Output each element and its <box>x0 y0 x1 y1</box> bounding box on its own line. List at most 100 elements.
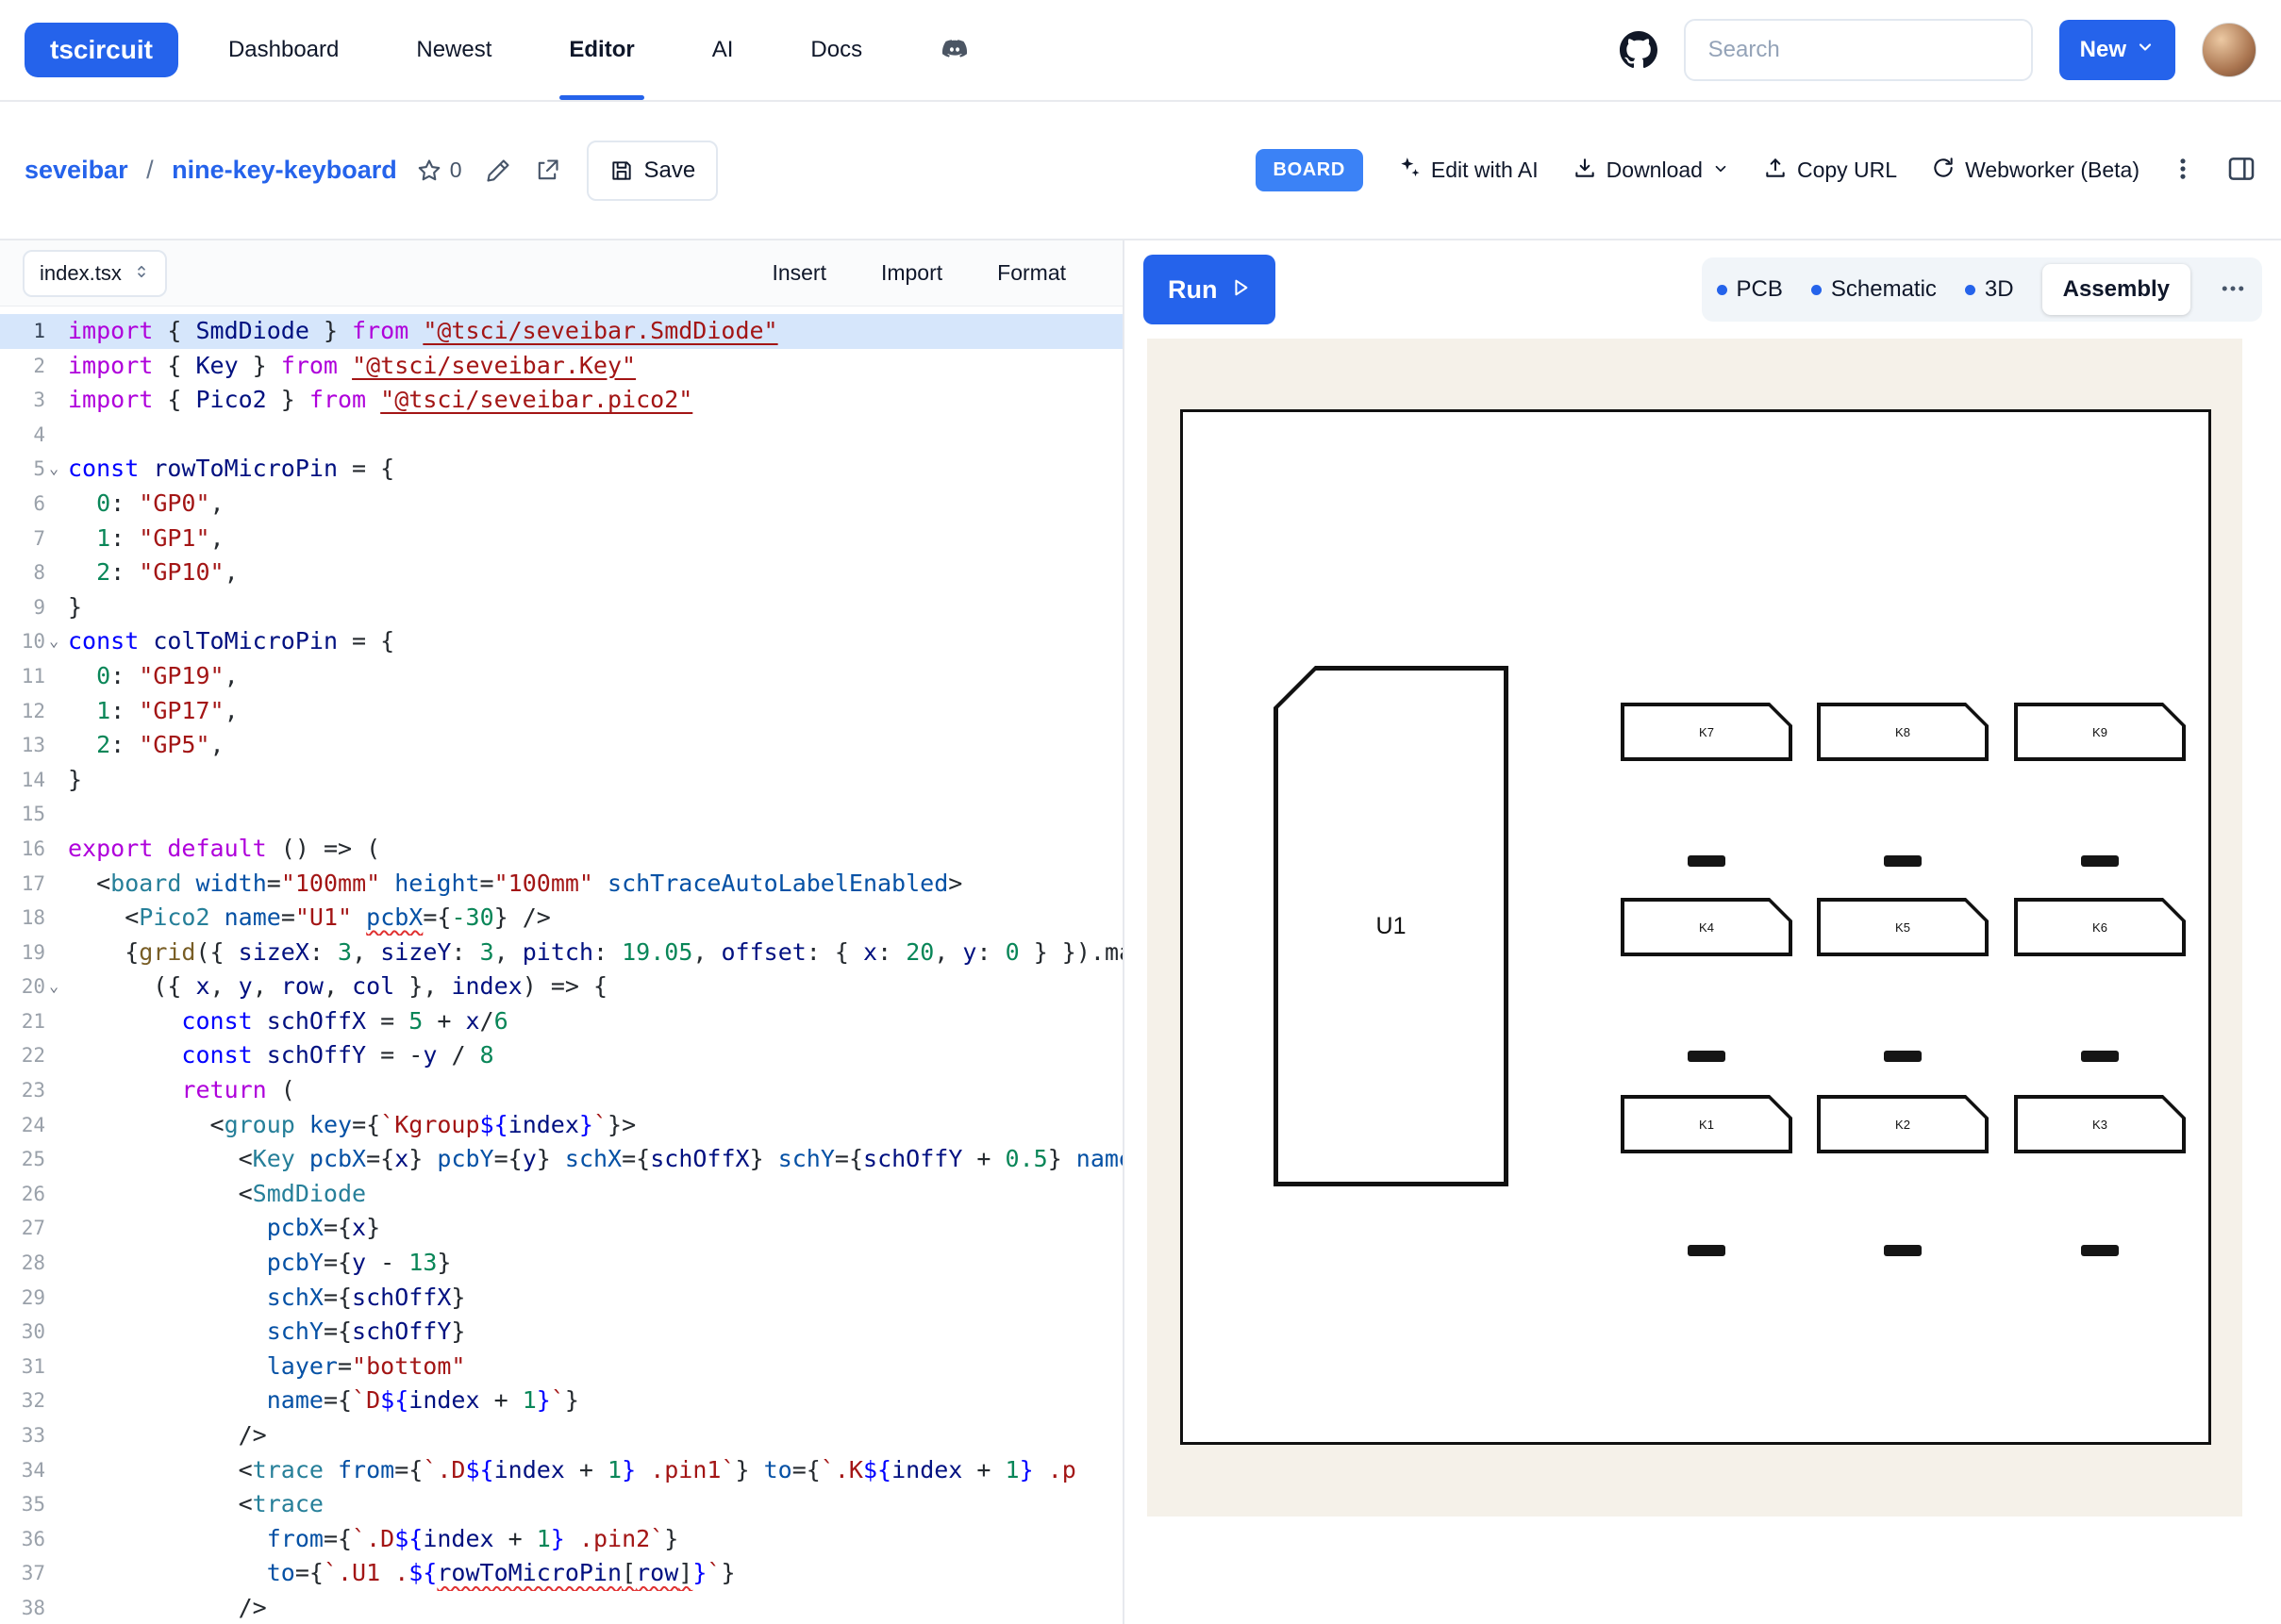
code-line-35[interactable]: 35 <trace <box>0 1487 1123 1522</box>
file-tab[interactable]: index.tsx <box>23 250 167 297</box>
code-line-2[interactable]: 2import { Key } from "@tsci/seveibar.Key… <box>0 349 1123 384</box>
assembly-key-k9[interactable]: K9 <box>2014 703 2186 761</box>
code-line-26[interactable]: 26 <SmdDiode <box>0 1177 1123 1212</box>
code-line-15[interactable]: 15 <box>0 797 1123 832</box>
assembly-diode[interactable] <box>2081 855 2119 867</box>
code-line-7[interactable]: 7 1: "GP1", <box>0 522 1123 556</box>
chip-u1[interactable]: U1 <box>1274 666 1508 1186</box>
tscircuit-logo[interactable]: tscircuit <box>25 23 178 77</box>
toggle-panel-button[interactable] <box>2226 154 2256 187</box>
code-line-18[interactable]: 18 <Pico2 name="U1" pcbX={-30} /> <box>0 901 1123 936</box>
code-line-16[interactable]: 16export default () => ( <box>0 832 1123 867</box>
code-line-10[interactable]: 10⌄const colToMicroPin = { <box>0 624 1123 659</box>
assembly-diode[interactable] <box>1884 1051 1922 1062</box>
assembly-diode[interactable] <box>1688 1245 1725 1256</box>
menu-format[interactable]: Format <box>997 260 1066 286</box>
nav-item-dashboard[interactable]: Dashboard <box>228 0 339 100</box>
assembly-diode[interactable] <box>1884 1245 1922 1256</box>
code-line-37[interactable]: 37 to={`.U1 .${rowToMicroPin[row]}`} <box>0 1556 1123 1591</box>
nav-item-newest[interactable]: Newest <box>416 0 491 100</box>
search-input[interactable] <box>1684 19 2033 81</box>
assembly-diode[interactable] <box>2081 1245 2119 1256</box>
assembly-key-k4[interactable]: K4 <box>1621 898 1792 956</box>
code-line-14[interactable]: 14} <box>0 763 1123 798</box>
tab-assembly[interactable]: Assembly <box>2042 264 2190 315</box>
assembly-key-k5[interactable]: K5 <box>1817 898 1989 956</box>
download-button[interactable]: Download <box>1573 156 1729 186</box>
webworker-button[interactable]: Webworker (Beta) <box>1931 156 2139 186</box>
nav-item-editor[interactable]: Editor <box>569 0 634 100</box>
share-icon[interactable] <box>534 157 560 184</box>
nav-item-docs[interactable]: Docs <box>810 0 862 100</box>
breadcrumb-user[interactable]: seveibar <box>25 156 128 184</box>
code-line-12[interactable]: 12 1: "GP17", <box>0 694 1123 729</box>
nav-item-ai[interactable]: AI <box>712 0 734 100</box>
assembly-key-k7[interactable]: K7 <box>1621 703 1792 761</box>
edit-with-ai-button[interactable]: Edit with AI <box>1397 156 1539 186</box>
preview-pane: Run PCB Schematic <box>1124 240 2281 1624</box>
code-line-36[interactable]: 36 from={`.D${index + 1} .pin2`} <box>0 1522 1123 1557</box>
assembly-diode[interactable] <box>2081 1051 2119 1062</box>
code-line-17[interactable]: 17 <board width="100mm" height="100mm" s… <box>0 867 1123 902</box>
code-line-3[interactable]: 3import { Pico2 } from "@tsci/seveibar.p… <box>0 383 1123 418</box>
code-line-33[interactable]: 33 /> <box>0 1418 1123 1453</box>
code-line-11[interactable]: 11 0: "GP19", <box>0 659 1123 694</box>
code-line-9[interactable]: 9} <box>0 590 1123 625</box>
code-line-30[interactable]: 30 schY={schOffY} <box>0 1315 1123 1350</box>
code-editor[interactable]: 1import { SmdDiode } from "@tsci/seveiba… <box>0 307 1123 1624</box>
assembly-key-k3[interactable]: K3 <box>2014 1095 2186 1153</box>
code-line-1[interactable]: 1import { SmdDiode } from "@tsci/seveiba… <box>0 314 1123 349</box>
code-line-23[interactable]: 23 return ( <box>0 1073 1123 1108</box>
code-line-13[interactable]: 13 2: "GP5", <box>0 728 1123 763</box>
assembly-canvas[interactable]: U1 K7 K8 K9 K4 K5 K6 K1 K2 K3 <box>1147 339 2242 1516</box>
save-button[interactable]: Save <box>587 141 719 201</box>
code-line-32[interactable]: 32 name={`D${index + 1}`} <box>0 1384 1123 1418</box>
line-number: 36 <box>0 1522 45 1557</box>
code-line-5[interactable]: 5⌄const rowToMicroPin = { <box>0 452 1123 487</box>
assembly-key-k6[interactable]: K6 <box>2014 898 2186 956</box>
discord-icon[interactable] <box>940 0 970 100</box>
assembly-key-k2[interactable]: K2 <box>1817 1095 1989 1153</box>
fold-chevron-icon[interactable]: ⌄ <box>45 969 68 1004</box>
assembly-key-k1[interactable]: K1 <box>1621 1095 1792 1153</box>
code-line-4[interactable]: 4 <box>0 418 1123 453</box>
more-menu-button[interactable] <box>2170 156 2196 185</box>
view-tabs-more-button[interactable] <box>2219 274 2247 306</box>
code-line-21[interactable]: 21 const schOffX = 5 + x/6 <box>0 1004 1123 1039</box>
fold-chevron-icon[interactable]: ⌄ <box>45 624 68 659</box>
github-icon[interactable] <box>1620 31 1657 69</box>
code-line-19[interactable]: 19 {grid({ sizeX: 3, sizeY: 3, pitch: 19… <box>0 936 1123 970</box>
tab-pcb[interactable]: PCB <box>1717 276 1783 303</box>
tab-3d[interactable]: 3D <box>1965 276 2014 303</box>
code-line-24[interactable]: 24 <group key={`Kgroup${index}`}> <box>0 1108 1123 1143</box>
code-line-38[interactable]: 38 /> <box>0 1591 1123 1624</box>
code-line-27[interactable]: 27 pcbX={x} <box>0 1211 1123 1246</box>
code-line-6[interactable]: 6 0: "GP0", <box>0 487 1123 522</box>
rename-pencil-icon[interactable] <box>485 157 511 184</box>
editor-topbar: index.tsx Insert Import Format <box>0 240 1123 307</box>
code-line-34[interactable]: 34 <trace from={`.D${index + 1} .pin1`} … <box>0 1453 1123 1488</box>
assembly-diode[interactable] <box>1884 855 1922 867</box>
avatar[interactable] <box>2202 23 2256 77</box>
copy-url-button[interactable]: Copy URL <box>1763 156 1897 186</box>
assembly-key-k8[interactable]: K8 <box>1817 703 1989 761</box>
code-line-8[interactable]: 8 2: "GP10", <box>0 555 1123 590</box>
menu-insert[interactable]: Insert <box>772 260 826 286</box>
star-button[interactable]: 0 <box>416 157 462 184</box>
menu-import[interactable]: Import <box>881 260 942 286</box>
code-line-text: const schOffY = -y / 8 <box>68 1038 1123 1073</box>
tab-schematic[interactable]: Schematic <box>1811 276 1937 303</box>
run-button[interactable]: Run <box>1143 255 1275 324</box>
code-line-29[interactable]: 29 schX={schOffX} <box>0 1281 1123 1316</box>
code-line-31[interactable]: 31 layer="bottom" <box>0 1350 1123 1384</box>
breadcrumb-project[interactable]: nine-key-keyboard <box>172 156 397 184</box>
code-line-20[interactable]: 20⌄ ({ x, y, row, col }, index) => { <box>0 969 1123 1004</box>
assembly-diode[interactable] <box>1688 855 1725 867</box>
new-button[interactable]: New <box>2059 20 2175 80</box>
fold-chevron-icon[interactable]: ⌄ <box>45 452 68 487</box>
assembly-diode[interactable] <box>1688 1051 1725 1062</box>
code-line-25[interactable]: 25 <Key pcbX={x} pcbY={y} schX={schOffX}… <box>0 1142 1123 1177</box>
pcb-dot-icon <box>1717 285 1727 295</box>
code-line-22[interactable]: 22 const schOffY = -y / 8 <box>0 1038 1123 1073</box>
code-line-28[interactable]: 28 pcbY={y - 13} <box>0 1246 1123 1281</box>
